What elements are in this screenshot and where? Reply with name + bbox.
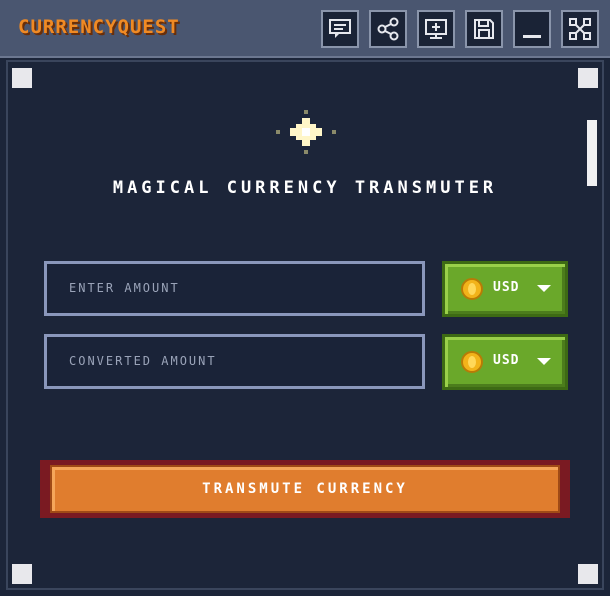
chat-button[interactable] — [321, 10, 359, 48]
to-currency-select[interactable]: USD — [442, 334, 568, 390]
sparkle-icon — [276, 110, 336, 154]
scrollbar-thumb[interactable] — [587, 120, 597, 186]
transmute-currency-button[interactable]: TRANSMUTE CURRENCY — [40, 460, 570, 518]
close-button[interactable] — [561, 10, 599, 48]
transmute-button-label: TRANSMUTE CURRENCY — [202, 481, 408, 497]
corner-decoration-bottom-left — [12, 564, 32, 584]
from-currency-select[interactable]: USD — [442, 261, 568, 317]
transmute-button-face: TRANSMUTE CURRENCY — [50, 465, 560, 513]
minimize-button[interactable] — [513, 10, 551, 48]
chevron-down-icon — [537, 358, 551, 365]
corner-decoration-top-left — [12, 68, 32, 88]
chevron-down-icon — [537, 285, 551, 292]
coin-icon — [461, 278, 483, 300]
share-icon — [377, 17, 399, 41]
amount-input[interactable]: ENTER AMOUNT — [44, 261, 425, 316]
converted-amount-field[interactable]: CONVERTED AMOUNT — [44, 334, 425, 389]
close-icon — [569, 18, 591, 40]
title-bar: CURRENCYQUEST — [0, 0, 610, 58]
minimize-icon — [523, 35, 541, 38]
page-title: MAGICAL CURRENCY TRANSMUTER — [112, 178, 498, 198]
to-currency-label: USD — [493, 353, 520, 368]
app-title: CURRENCYQUEST — [18, 16, 180, 38]
converted-amount-placeholder: CONVERTED AMOUNT — [69, 354, 217, 368]
corner-decoration-top-right — [578, 68, 598, 88]
coin-icon — [461, 351, 483, 373]
app-window: CURRENCYQUEST MAGICAL CURRENCY TRANSMUTE… — [0, 0, 610, 596]
add-screen-icon — [425, 19, 447, 39]
save-button[interactable] — [465, 10, 503, 48]
share-button[interactable] — [369, 10, 407, 48]
add-screen-button[interactable] — [417, 10, 455, 48]
corner-decoration-bottom-right — [578, 564, 598, 584]
amount-input-placeholder: ENTER AMOUNT — [69, 281, 180, 295]
from-currency-label: USD — [493, 280, 520, 295]
save-icon — [474, 19, 494, 39]
chat-icon — [329, 19, 351, 38]
